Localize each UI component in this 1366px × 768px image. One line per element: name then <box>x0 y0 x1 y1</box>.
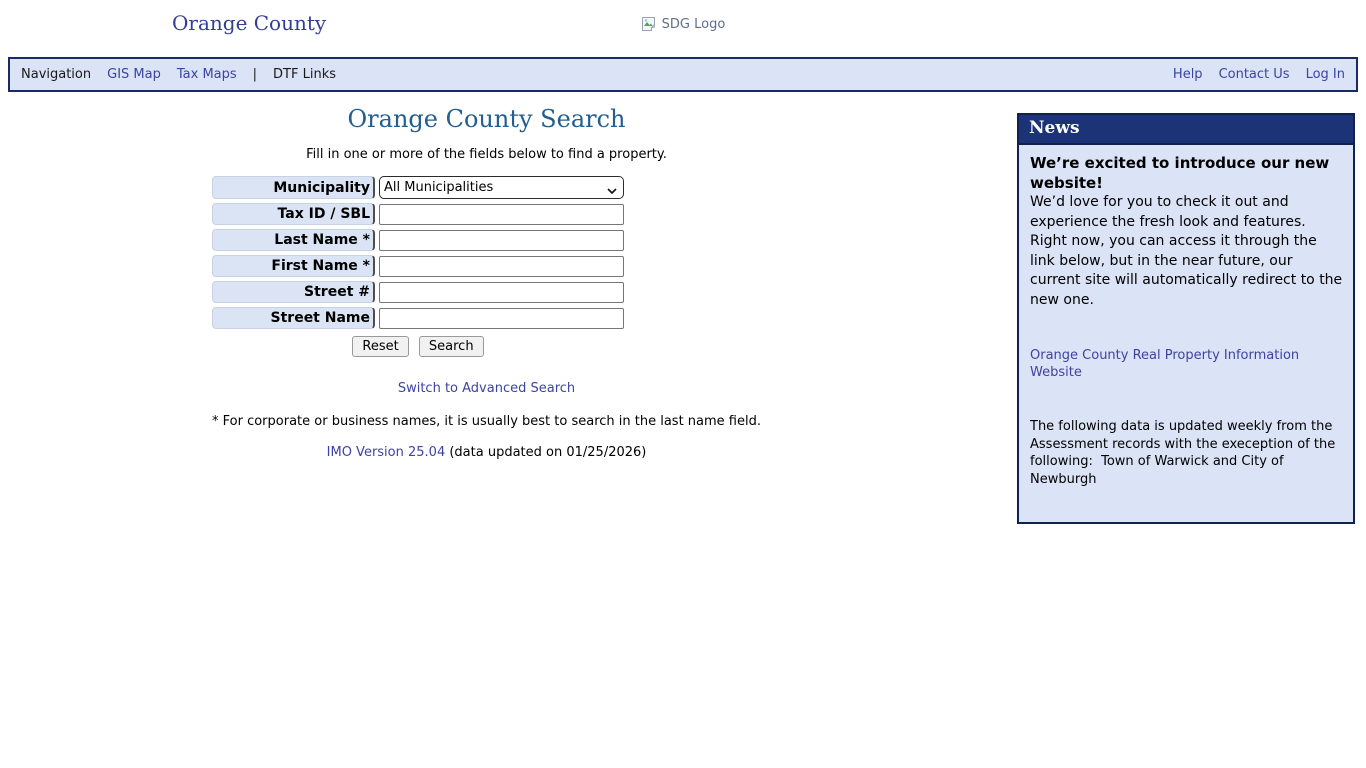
reset-button[interactable]: Reset <box>352 336 408 357</box>
form-row-street-name: Street Name <box>212 307 624 329</box>
data-updated-text: (data updated on 01/25/2026) <box>445 445 646 460</box>
news-title: News <box>1019 115 1353 145</box>
form-row-municipality: Municipality All Municipalities <box>212 176 624 199</box>
label-first-name: First Name * <box>212 255 375 277</box>
news-footer-text: The following data is updated weekly fro… <box>1030 418 1343 488</box>
imo-version-link[interactable]: IMO Version 25.04 <box>327 445 446 460</box>
navbar-right: Help Contact Us Log In <box>1173 67 1345 82</box>
form-row-tax-id: Tax ID / SBL <box>212 203 624 225</box>
form-row-first-name: First Name * <box>212 255 624 277</box>
news-website-link[interactable]: Orange County Real Property Information … <box>1030 348 1299 380</box>
nav-separator: | <box>253 67 257 82</box>
nav-item-tax-maps[interactable]: Tax Maps <box>177 67 237 82</box>
search-button[interactable]: Search <box>419 336 484 357</box>
news-paragraph: We’d love for you to check it out and ex… <box>1030 193 1343 310</box>
nav-item-help[interactable]: Help <box>1173 67 1203 82</box>
last-name-input[interactable] <box>379 230 624 251</box>
label-street-name: Street Name <box>212 307 375 329</box>
tax-id-sbl-input[interactable] <box>379 204 624 225</box>
label-municipality: Municipality <box>212 176 375 199</box>
first-name-input[interactable] <box>379 256 624 277</box>
search-section: Orange County Search Fill in one or more… <box>0 92 973 460</box>
main-navbar: Navigation GIS Map Tax Maps | DTF Links … <box>8 57 1358 92</box>
nav-item-contact-us[interactable]: Contact Us <box>1219 67 1290 82</box>
search-form-table: Municipality All Municipalities Tax ID /… <box>208 172 628 362</box>
broken-image-icon <box>641 16 659 32</box>
municipality-select[interactable]: All Municipalities <box>379 176 624 199</box>
street-name-input[interactable] <box>379 308 624 329</box>
label-last-name: Last Name * <box>212 229 375 251</box>
form-row-buttons: Reset Search <box>212 333 624 358</box>
advanced-search-link[interactable]: Switch to Advanced Search <box>398 381 575 396</box>
page-header: Orange County SDG Logo <box>0 0 1366 50</box>
nav-item-gis-map[interactable]: GIS Map <box>107 67 161 82</box>
news-body: We’re excited to introduce our new websi… <box>1019 145 1353 522</box>
sdg-logo[interactable]: SDG Logo <box>0 16 1366 32</box>
page-title: Orange County Search <box>0 105 973 133</box>
label-tax-id-sbl: Tax ID / SBL <box>212 203 375 225</box>
news-heading: We’re excited to introduce our new websi… <box>1030 153 1343 193</box>
logo-alt-text: SDG Logo <box>662 17 726 32</box>
form-row-last-name: Last Name * <box>212 229 624 251</box>
label-street-number: Street # <box>212 281 375 303</box>
nav-item-dtf-links[interactable]: DTF Links <box>273 67 336 82</box>
form-row-street-number: Street # <box>212 281 624 303</box>
news-sidebar: News We’re excited to introduce our new … <box>1017 113 1355 524</box>
corporate-search-note: * For corporate or business names, it is… <box>0 414 973 429</box>
search-instructions: Fill in one or more of the fields below … <box>0 147 973 162</box>
nav-item-log-in[interactable]: Log In <box>1306 67 1345 82</box>
news-panel: News We’re excited to introduce our new … <box>1017 113 1355 524</box>
navbar-left: Navigation GIS Map Tax Maps | DTF Links <box>21 67 336 82</box>
street-number-input[interactable] <box>379 282 624 303</box>
nav-item-navigation[interactable]: Navigation <box>21 67 91 82</box>
